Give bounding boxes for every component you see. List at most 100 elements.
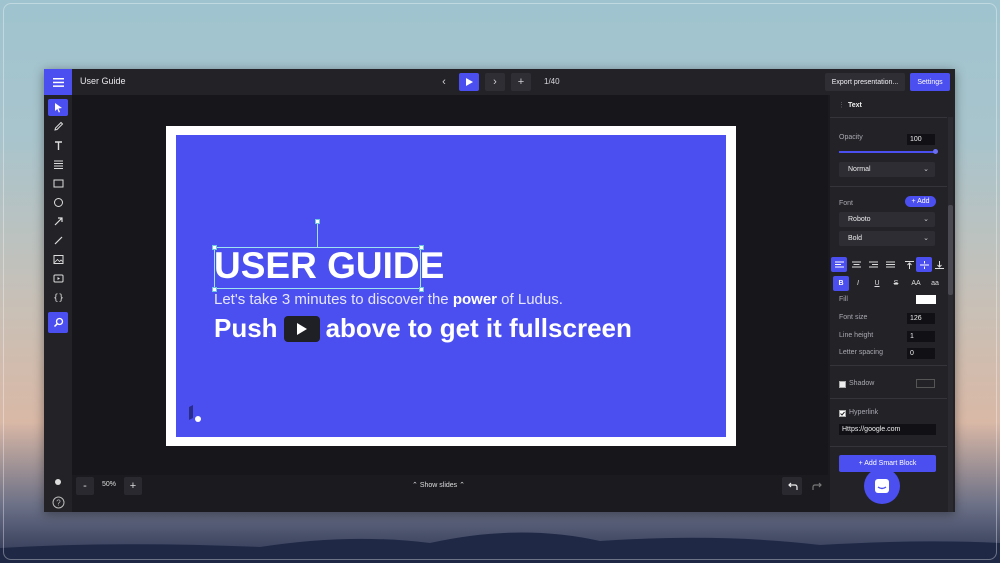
slide-frame: USER GUIDE Let's take 3 minutes to disco… — [166, 126, 736, 446]
opacity-slider[interactable] — [839, 151, 937, 153]
hyperlink-input[interactable]: Https://google.com — [839, 424, 936, 435]
format-row: B I U S AA aa — [830, 276, 947, 292]
valign-top-button[interactable] — [901, 257, 917, 272]
font-label: Font — [839, 200, 854, 207]
settings-button[interactable]: Settings — [910, 73, 950, 91]
opacity-input[interactable]: 100 — [907, 134, 935, 145]
play-badge — [283, 315, 320, 342]
panel-scrollbar-thumb[interactable] — [948, 205, 953, 295]
resize-handle-top-right[interactable] — [419, 245, 424, 250]
bold-button[interactable]: B — [833, 276, 849, 291]
shadow-color-swatch[interactable] — [916, 379, 935, 388]
fill-label: Fill — [839, 296, 848, 303]
tool-select[interactable] — [48, 99, 68, 116]
zoom-in-button[interactable]: + — [124, 477, 142, 495]
panel-divider — [830, 117, 947, 118]
undo-button[interactable] — [782, 477, 802, 495]
tool-code[interactable]: {} — [48, 289, 68, 306]
valign-bottom-button[interactable] — [931, 257, 947, 272]
image-icon — [53, 255, 63, 264]
add-slide-button[interactable]: + — [511, 73, 531, 91]
present-button[interactable] — [459, 73, 479, 91]
chevron-right-icon: › — [493, 76, 497, 88]
subtitle-text: Let's take 3 minutes to discover the — [214, 291, 453, 308]
underline-button[interactable]: U — [869, 276, 885, 291]
tool-line[interactable] — [48, 232, 68, 249]
chat-widget-button[interactable] — [864, 468, 900, 504]
shadow-checkbox[interactable] — [839, 381, 846, 388]
valign-middle-button[interactable] — [916, 257, 932, 272]
hyperlink-label: Hyperlink — [849, 409, 879, 416]
opacity-label: Opacity — [839, 134, 863, 141]
tool-text[interactable] — [48, 137, 68, 154]
add-font-button[interactable]: + Add — [905, 196, 936, 207]
tool-pen[interactable] — [48, 118, 68, 135]
push-rest: above to get it fullscreen — [325, 313, 632, 343]
slide-instruction[interactable]: Push above to get it fullscreen — [214, 313, 632, 344]
panel-scrollbar[interactable] — [948, 117, 953, 512]
tool-image[interactable] — [48, 251, 68, 268]
line-height-input[interactable]: 1 — [907, 331, 935, 342]
valign-bottom-icon — [934, 260, 944, 269]
help-icon: ? — [52, 496, 64, 508]
hyperlink-checkbox[interactable] — [839, 410, 846, 417]
lowercase-button[interactable]: aa — [927, 276, 943, 291]
slide-subtitle[interactable]: Let's take 3 minutes to discover the pow… — [214, 291, 563, 308]
previous-slide-button[interactable]: ‹ — [434, 73, 454, 91]
editor-window: User Guide ‹ › + 1/40 Export presentatio… — [44, 69, 955, 512]
opacity-slider-knob[interactable] — [933, 149, 938, 154]
valign-top-icon — [904, 260, 914, 269]
fill-color-swatch[interactable] — [916, 295, 936, 304]
circle-icon — [53, 198, 63, 207]
background-hills — [0, 532, 1000, 563]
show-slides-toggle[interactable]: ⌃ Show slides ⌃ — [412, 481, 465, 489]
align-center-button[interactable] — [848, 257, 864, 272]
justify-button[interactable] — [882, 257, 898, 272]
align-right-button[interactable] — [865, 257, 881, 272]
zoom-out-button[interactable]: - — [76, 477, 94, 495]
resize-handle-top-left[interactable] — [212, 245, 217, 250]
top-bar: User Guide ‹ › + 1/40 Export presentatio… — [44, 69, 955, 95]
align-left-icon — [834, 261, 844, 268]
alignment-row — [830, 257, 947, 273]
export-button[interactable]: Export presentation... — [825, 73, 905, 91]
tool-search[interactable] — [48, 312, 68, 333]
shadow-label: Shadow — [849, 380, 875, 387]
letter-spacing-label: Letter spacing — [839, 349, 883, 356]
slide-counter: 1/40 — [544, 77, 560, 86]
panel-divider — [830, 398, 947, 399]
line-icon — [54, 236, 62, 245]
svg-text:?: ? — [56, 498, 61, 507]
text-icon — [54, 141, 62, 150]
panel-title: Text — [848, 102, 862, 109]
rotate-handle[interactable] — [315, 219, 320, 224]
drag-handle-icon[interactable]: ⋮ — [838, 101, 845, 109]
panel-divider — [830, 186, 947, 187]
font-size-input[interactable]: 126 — [907, 313, 935, 324]
slide-canvas[interactable]: USER GUIDE Let's take 3 minutes to disco… — [176, 135, 726, 437]
chevron-down-icon: ⌄ — [923, 166, 929, 173]
plus-icon: + — [517, 76, 525, 88]
uppercase-button[interactable]: AA — [908, 276, 924, 291]
properties-panel: ⋮ Text Opacity 100 Normal ⌄ Font + Add Ro… — [830, 95, 955, 512]
menu-button[interactable] — [44, 69, 72, 95]
redo-button[interactable] — [807, 477, 827, 495]
tool-rectangle[interactable] — [48, 175, 68, 192]
blend-mode-value: Normal — [848, 166, 871, 173]
italic-button[interactable]: I — [850, 276, 866, 291]
align-left-button[interactable] — [831, 257, 847, 272]
tool-list[interactable] — [48, 156, 68, 173]
blend-mode-select[interactable]: Normal ⌄ — [839, 162, 935, 177]
align-right-icon — [868, 261, 878, 268]
tool-arrow[interactable] — [48, 213, 68, 230]
next-slide-button[interactable]: › — [485, 73, 505, 91]
letter-spacing-input[interactable]: 0 — [907, 348, 935, 359]
tool-video[interactable] — [48, 270, 68, 287]
font-family-select[interactable]: Roboto ⌄ — [839, 212, 935, 227]
document-title[interactable]: User Guide — [80, 76, 126, 86]
status-dot — [44, 477, 72, 487]
tool-ellipse[interactable] — [48, 194, 68, 211]
strikethrough-button[interactable]: S — [888, 276, 904, 291]
help-button[interactable]: ? — [44, 495, 72, 509]
font-weight-select[interactable]: Bold ⌄ — [839, 231, 935, 246]
